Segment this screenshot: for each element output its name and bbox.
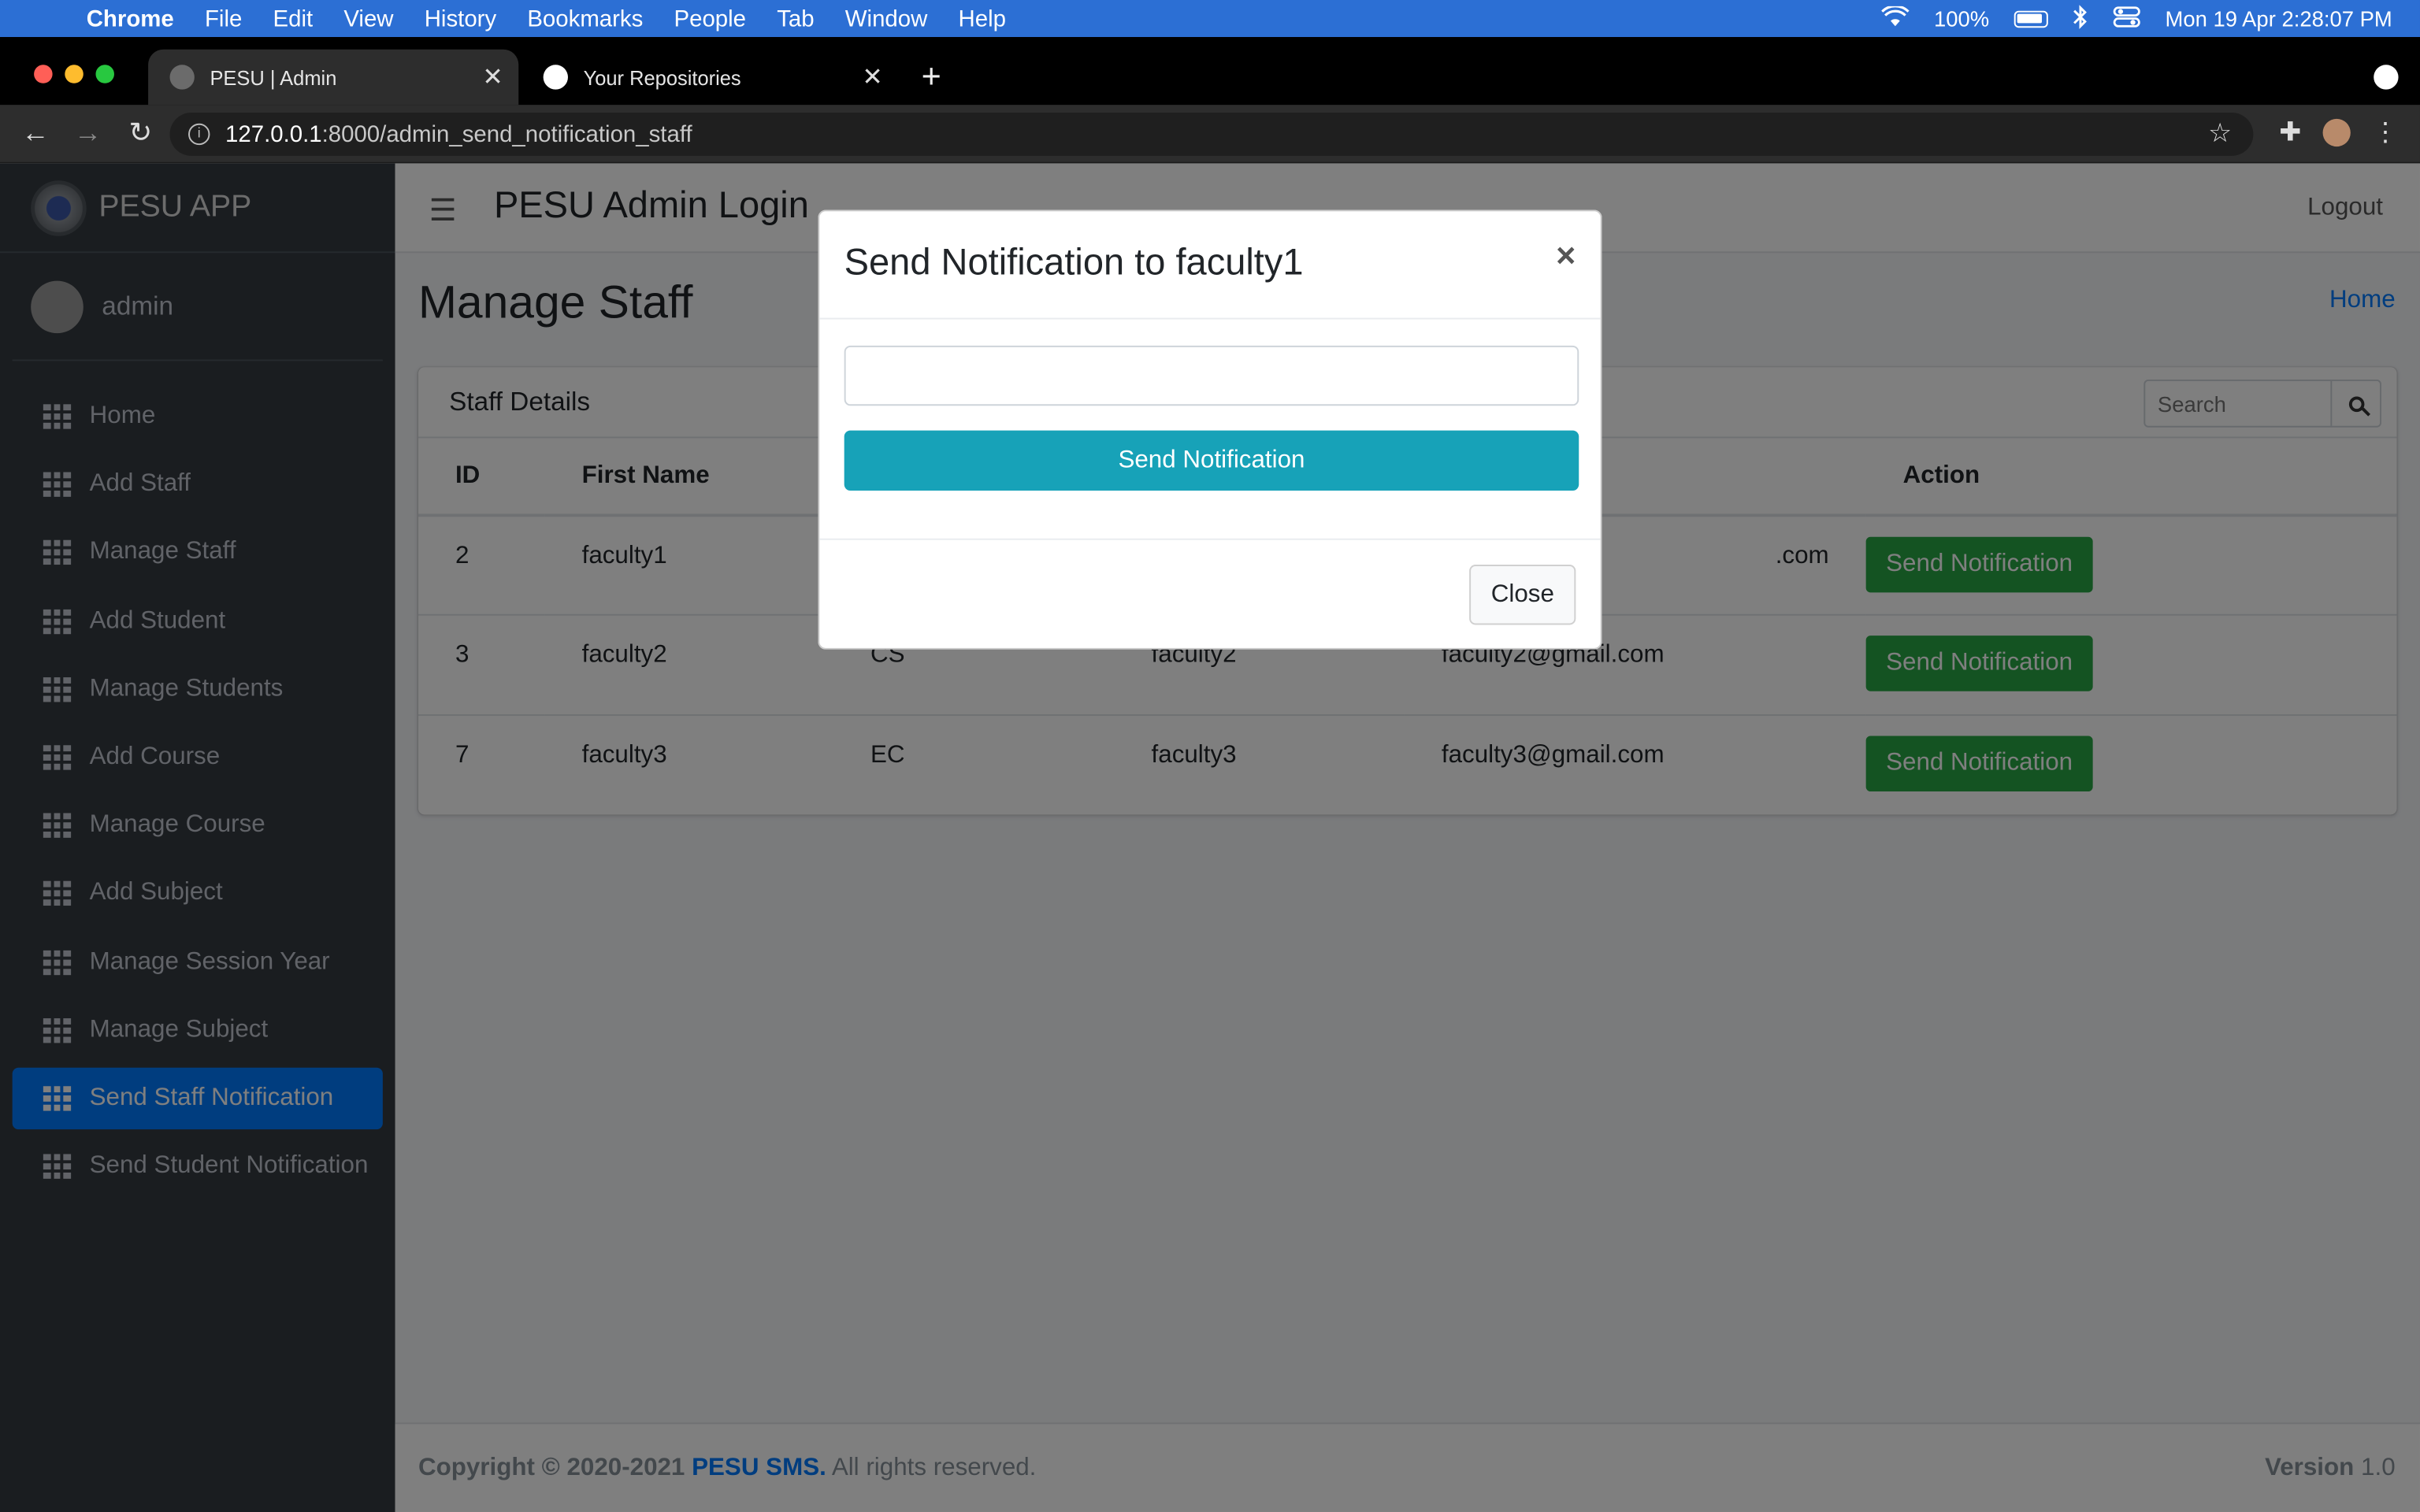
modal-header: Send Notification to faculty1 × [819,211,1601,320]
nav-buttons: ← → ↻ [19,117,158,150]
more-menu-icon[interactable]: ⋮ [2372,117,2398,148]
admin-app: PESU APP admin Home Add Staff Manage Sta… [0,163,2420,1512]
modal-footer: Close [819,540,1600,648]
modal-body: Send Notification [819,320,1601,540]
menu-edit[interactable]: Edit [273,6,313,32]
address-bar-row: ← → ↻ i 127.0.0.1 :8000/admin_send_notif… [0,105,2420,164]
zoom-window-button[interactable] [95,65,114,83]
macos-menu-bar: Chrome File Edit View History Bookmarks … [0,0,2420,38]
menu-view[interactable]: View [343,6,393,32]
battery-percent: 100% [1934,6,1990,32]
back-icon[interactable]: ← [19,117,53,150]
extensions-icon[interactable]: ✚ [2279,117,2301,148]
close-tab-icon[interactable]: ✕ [482,61,503,92]
send-notification-submit-button[interactable]: Send Notification [844,430,1579,491]
bluetooth-icon[interactable] [2073,4,2088,33]
forward-icon[interactable]: → [71,117,105,150]
tab-title: Your Repositories [583,65,741,89]
tab-your-repositories[interactable]: Your Repositories ✕ [528,50,898,106]
close-window-button[interactable] [34,65,53,83]
battery-icon[interactable] [2014,9,2048,28]
menu-file[interactable]: File [205,6,242,32]
tab-search-icon[interactable] [2374,65,2399,90]
url-path: :8000/admin_send_notification_staff [321,120,692,148]
menu-app-name[interactable]: Chrome [87,6,174,32]
tab-title: PESU | Admin [210,65,337,89]
globe-icon [169,65,195,90]
menu-people[interactable]: People [674,6,747,32]
tab-pesu-admin[interactable]: PESU | Admin ✕ [148,49,519,106]
window-controls [34,65,114,83]
minimize-window-button[interactable] [65,65,84,83]
close-icon[interactable]: × [1556,236,1576,276]
status-area: 100% Mon 19 Apr 2:28:07 PM [1881,4,2392,33]
url-bar[interactable]: i 127.0.0.1 :8000/admin_send_notificatio… [169,113,2254,156]
bookmark-star-icon[interactable]: ☆ [2208,119,2232,150]
send-notification-modal: Send Notification to faculty1 × Send Not… [818,209,1602,650]
close-button[interactable]: Close [1469,565,1576,625]
url-host: 127.0.0.1 [225,120,322,148]
reload-icon[interactable]: ↻ [124,117,158,150]
github-icon [543,65,568,90]
new-tab-icon[interactable]: + [922,57,941,97]
menu-window[interactable]: Window [845,6,928,32]
wifi-icon[interactable] [1881,4,1910,32]
site-info-icon[interactable]: i [188,123,210,146]
clock[interactable]: Mon 19 Apr 2:28:07 PM [2166,6,2392,31]
toolbar-icons: ✚ ⋮ [2279,117,2399,148]
notification-message-input[interactable] [844,345,1579,406]
menu-tab[interactable]: Tab [777,6,814,32]
menu-bookmarks[interactable]: Bookmarks [527,6,643,32]
close-tab-icon[interactable]: ✕ [862,61,882,92]
app-menus: Chrome File Edit View History Bookmarks … [87,6,1006,32]
modal-title: Send Notification to faculty1 [844,242,1304,284]
menu-history[interactable]: History [425,6,496,32]
control-center-icon[interactable] [2113,6,2140,32]
menu-help[interactable]: Help [959,6,1006,32]
profile-avatar[interactable] [2322,118,2351,147]
browser-tab-bar: PESU | Admin ✕ Your Repositories ✕ + [0,37,2420,106]
